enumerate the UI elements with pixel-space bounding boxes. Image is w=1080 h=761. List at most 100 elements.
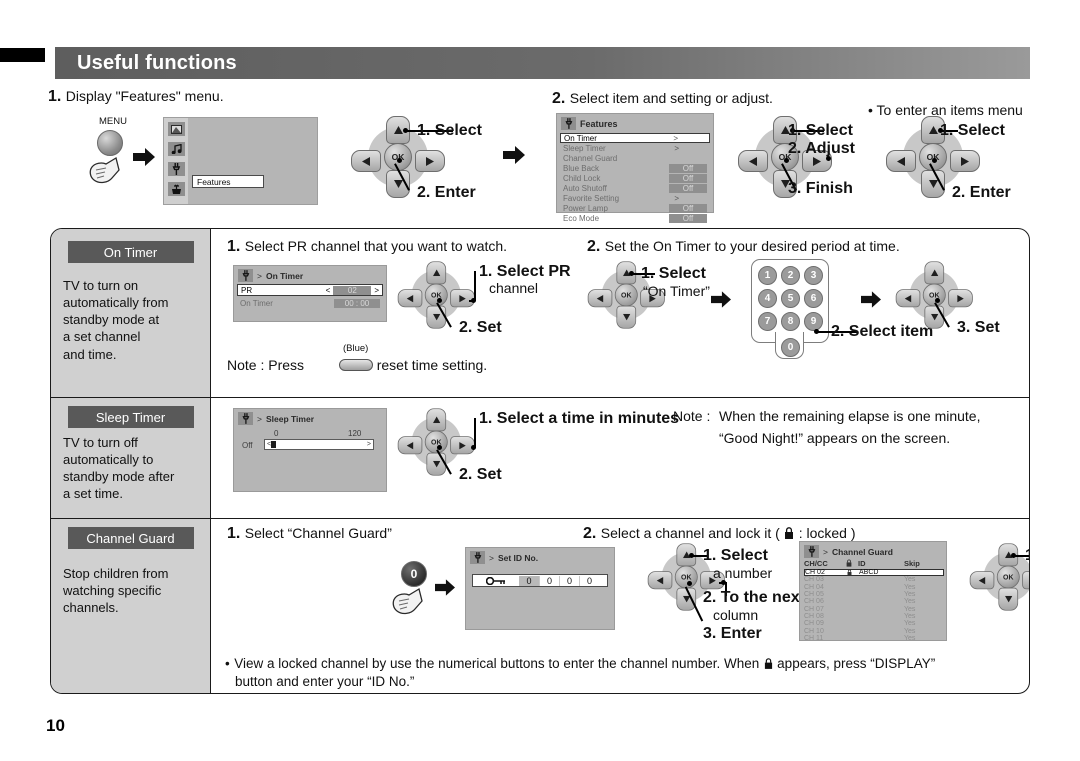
dpad-left-button[interactable] [647,571,673,590]
channel-guard-osd-title: Channel Guard [831,546,893,557]
slider-right-arrow[interactable]: > [367,441,371,448]
on-timer-dpad-right[interactable]: OK 3. Set [895,261,1000,341]
dpad-top-right[interactable]: OK 1. Select 2. Enter [886,116,1011,201]
channel-guard-row[interactable]: CH 04 Yes [804,584,944,591]
osd-decrement-arrow[interactable]: < [326,286,331,295]
flow-arrow-icon [435,579,455,596]
keypad-key-7[interactable]: 7 [758,312,777,331]
dpad-down-button[interactable] [998,587,1019,611]
keypad-key-3[interactable]: 3 [804,266,823,285]
dpad-left-button[interactable] [738,150,768,172]
features-menu-item[interactable]: Eco Mode Off [560,213,710,223]
sleep-timer-description: TV to turn off automatically to standby … [63,435,175,502]
on-timer-content: 1. Select PR channel that you want to wa… [211,229,1029,397]
table-row: Sleep Timer TV to turn off automatically… [51,398,1029,518]
id-digit[interactable]: 0 [539,575,559,586]
picture-icon[interactable] [167,122,185,136]
dpad-left-button[interactable] [587,289,613,308]
dpad-ok-button[interactable]: OK [674,565,698,589]
id-digit[interactable]: 0 [519,575,539,586]
channel-guard-step1: 1. Select “Channel Guard” [227,525,392,542]
dpad-top-left[interactable]: OK 1. Select 2. Enter [351,116,482,201]
features-icon[interactable] [167,162,185,176]
category-icon-column [164,118,188,204]
keypad-key-4[interactable]: 4 [758,289,777,308]
submenu-caret: > [674,143,679,153]
channel-guard-dpad-left[interactable]: OK 1. Select a number 2. To the next col… [647,543,805,642]
keypad-key-2[interactable]: 2 [781,266,800,285]
features-menu-item[interactable]: Channel Guard [560,153,710,163]
category-selected-item[interactable]: Features [192,175,264,188]
dpad-left-button[interactable] [351,150,381,172]
channel-guard-row[interactable]: CH 11 Yes [804,635,944,642]
features-menu-item[interactable]: On Timer > [560,133,710,143]
keypad-key-0[interactable]: 0 [781,338,800,357]
dpad-right-button[interactable] [1022,571,1029,590]
set-id-input[interactable]: 0000 [472,574,608,587]
dpad-top-left-select-label: 1. Select [417,122,482,139]
submenu-caret: > [673,133,678,143]
channel-guard-row[interactable]: CH 08 Yes [804,613,944,620]
dpad-left-button[interactable] [397,289,423,308]
features-menu-item[interactable]: Sleep Timer > [560,143,710,153]
sleep-timer-slider[interactable]: < > [264,439,374,450]
on-timer-dpad-left[interactable]: OK 1. Select PR channel 2. Set [397,261,571,341]
channel-number: CH 10 [804,627,824,635]
dpad-up-button[interactable] [924,261,945,285]
features-menu-item[interactable]: Auto Shutoff Off [560,183,710,193]
dpad-right-button[interactable] [415,150,445,172]
dpad-left-button[interactable] [886,150,916,172]
dpad-up-button[interactable] [426,261,447,285]
dpad-left-button[interactable] [969,571,995,590]
features-menu-item-value: Off [669,173,707,183]
col-header-id: ID [858,559,866,568]
blue-button-icon[interactable] [339,359,373,371]
keypad-key-5[interactable]: 5 [781,289,800,308]
sleep-timer-dpad[interactable]: OK 1. Select a time in minutes 2. Set [397,408,679,488]
features-menu-item[interactable]: Child Lock Off [560,173,710,183]
dpad-right-button[interactable] [950,150,980,172]
channel-guard-row[interactable]: CH 06 Yes [804,598,944,605]
setup-icon[interactable] [167,182,185,196]
slider-thumb[interactable] [271,441,276,448]
keypad-key-1[interactable]: 1 [758,266,777,285]
features-menu-item[interactable]: Power Lamp Off [560,203,710,213]
channel-guard-row[interactable]: CH 07 Yes [804,605,944,613]
dpad-left-button[interactable] [895,289,921,308]
channel-id: ABCD [859,569,879,577]
channel-guard-row[interactable]: CH 02 ABCD [804,569,944,577]
features-menu-item[interactable]: Favorite Setting > [560,193,710,203]
col-header-skip: Skip [904,559,920,568]
dpad-left-button[interactable] [397,436,423,455]
channel-guard-footnote-line2: button and enter your “ID No.” [235,674,415,689]
dpad-top-middle[interactable]: OK 1. Select 2. Adjust 3. Finish [738,116,855,198]
osd-row-pr[interactable]: PR < 02 > [237,284,383,296]
on-timer-dpad-mid[interactable]: OK 1. Select “On Timer” [587,261,710,341]
set-id-osd-title: Set ID No. [497,552,539,563]
channel-guard-row[interactable]: CH 03 Yes [804,576,944,583]
dpad-right-button[interactable] [948,289,973,308]
channel-guard-dpad-right[interactable]: OK 1. Select a channel [969,543,1029,623]
osd-row-on-timer[interactable]: On Timer 00 : 00 [237,298,383,309]
dpad-ok-button[interactable]: OK [614,283,638,307]
slider-min-label: 0 [274,429,279,438]
osd-increment-arrow[interactable]: > [374,286,379,295]
keypad-key-8[interactable]: 8 [781,312,800,331]
channel-number: CH 08 [804,612,824,620]
features-menu-item[interactable]: Blue Back Off [560,163,710,173]
keypad-key-6[interactable]: 6 [804,289,823,308]
channel-guard-row[interactable]: CH 05 Yes [804,591,944,598]
dpad-select-label: 1. Select [788,122,853,139]
top-step1-text: Display "Features" menu. [65,88,224,104]
leader-dot [784,158,789,163]
channel-guard-row[interactable]: CH 09 Yes [804,620,944,627]
id-digit[interactable]: 0 [559,575,579,586]
cg-select-label: 1. Select [703,547,768,564]
dpad-ok-button[interactable]: OK [996,565,1020,589]
keypad-key-9[interactable]: 9 [804,312,823,331]
id-digit[interactable]: 0 [579,575,599,586]
dpad-down-button[interactable] [616,305,637,329]
channel-guard-row[interactable]: CH 10 Yes [804,627,944,635]
sound-icon[interactable] [167,142,185,156]
dpad-up-button[interactable] [426,408,447,432]
